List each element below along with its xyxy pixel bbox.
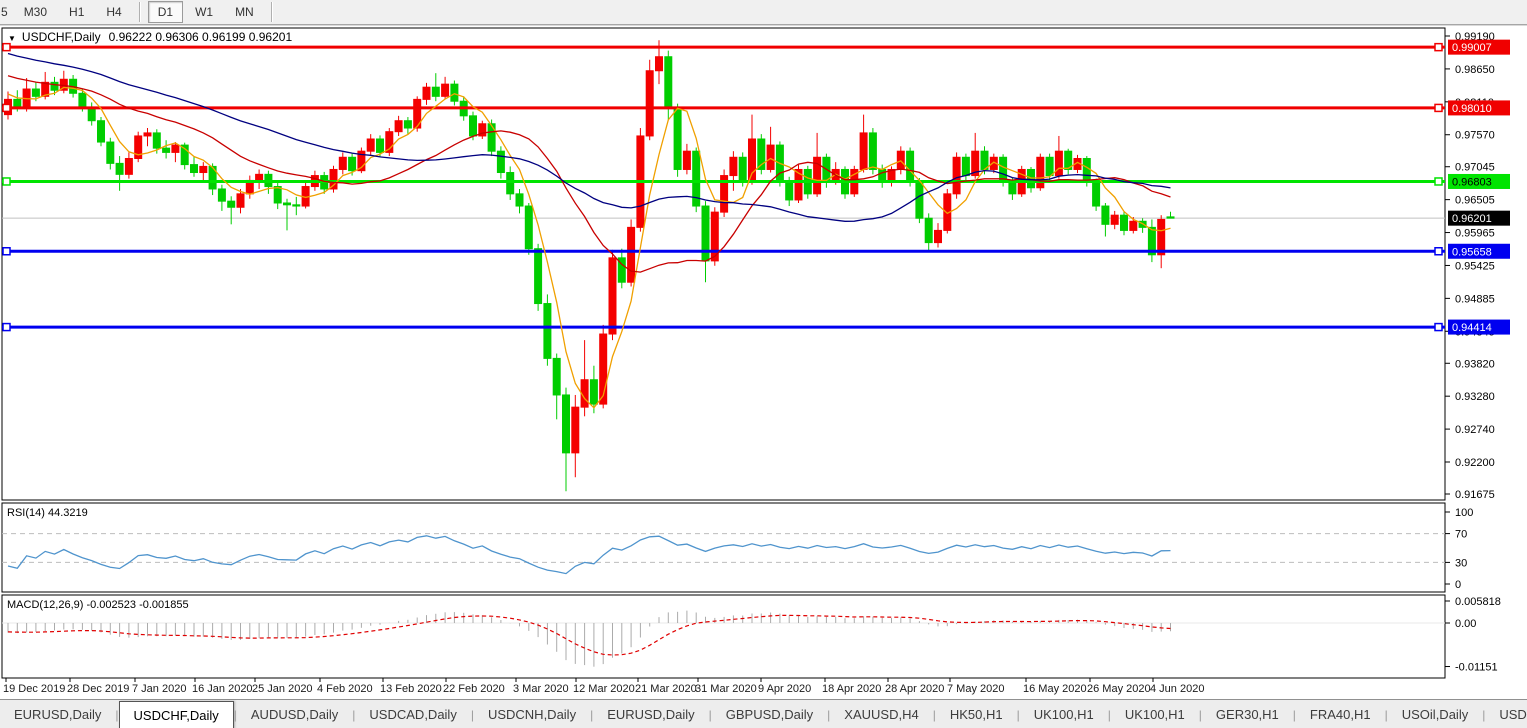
date-label: 25 Jan 2020 xyxy=(252,683,313,695)
current-price-badge: 0.96201 xyxy=(1448,210,1510,226)
pivot-price-badge: 0.96803 xyxy=(1448,173,1510,189)
rsi-panel xyxy=(1,502,1446,593)
macd-label: MACD(12,26,9) -0.002523 -0.001855 xyxy=(7,599,189,611)
date-label: 31 Mar 2020 xyxy=(695,683,757,695)
date-label: 19 Dec 2019 xyxy=(3,683,65,695)
chart-tab-eurusd-daily[interactable]: EURUSD,Daily xyxy=(593,700,708,728)
rsi-label: RSI(14) 44.3219 xyxy=(7,507,88,519)
price-axis-label: 0.92200 xyxy=(1455,457,1495,469)
chart-tab-audusd-daily[interactable]: AUDUSD,Daily xyxy=(237,700,352,728)
date-label: 26 May 2020 xyxy=(1087,683,1151,695)
date-label: 9 Apr 2020 xyxy=(758,683,811,695)
line-anchor[interactable] xyxy=(2,177,11,186)
svg-text:0.99007: 0.99007 xyxy=(1452,42,1492,54)
timeframe-button-mn[interactable]: MN xyxy=(225,1,264,23)
chart-tab-usdcad-daily[interactable]: USDCAD,Daily xyxy=(355,700,470,728)
chart-tab-uk100-h1[interactable]: UK100,H1 xyxy=(1111,700,1199,728)
macd-axis-label: 0.005818 xyxy=(1455,596,1501,608)
price-axis-label: 0.93280 xyxy=(1455,391,1495,403)
date-label: 28 Apr 2020 xyxy=(885,683,944,695)
line-anchor[interactable] xyxy=(2,42,11,52)
date-label: 12 Mar 2020 xyxy=(573,683,635,695)
line-anchor[interactable] xyxy=(1434,177,1443,186)
rsi-axis-label: 0 xyxy=(1455,579,1461,591)
date-label: 22 Feb 2020 xyxy=(443,683,505,695)
chart-tab-usdjpy-h1[interactable]: USDJPY,H1 xyxy=(1485,700,1527,728)
chart-title: ▼ USDCHF,Daily 0.96222 0.96306 0.96199 0.9… xyxy=(8,30,292,44)
svg-text:0.94414: 0.94414 xyxy=(1452,322,1492,334)
resistance-price-badge: 0.98010 xyxy=(1448,100,1510,116)
timeframe-button-w1[interactable]: W1 xyxy=(185,1,223,23)
mt4-window: 0.991900.986500.981100.975700.970450.965… xyxy=(0,0,1527,728)
support-price-badge: 0.94414 xyxy=(1448,319,1510,335)
chart-tab-usdcnh-daily[interactable]: USDCNH,Daily xyxy=(474,700,590,728)
line-anchor[interactable] xyxy=(2,247,11,256)
price-axis-label: 0.95425 xyxy=(1455,260,1495,272)
price-axis-label: 0.97045 xyxy=(1455,162,1495,174)
price-axis-label: 0.97570 xyxy=(1455,130,1495,142)
timeframe-toolbar: 5 M30 H1 H4 D1 W1 MN xyxy=(0,0,1527,25)
price-axis-label: 0.95965 xyxy=(1455,228,1495,240)
date-label: 7 May 2020 xyxy=(947,683,1004,695)
timeframe-button-m30[interactable]: M30 xyxy=(14,1,57,23)
line-anchor[interactable] xyxy=(2,322,11,332)
date-label: 4 Jun 2020 xyxy=(1150,683,1204,695)
price-axis-label: 0.98650 xyxy=(1455,64,1495,76)
line-anchor[interactable] xyxy=(2,103,11,113)
price-axis-label: 0.92740 xyxy=(1455,424,1495,436)
macd-axis-label: 0.00 xyxy=(1455,618,1476,630)
chart-tab-xauusd-h4[interactable]: XAUUSD,H4 xyxy=(830,700,932,728)
toolbar-separator xyxy=(138,2,141,22)
chart-tabs-bar: EURUSD,Daily | USDCHF,Daily | AUDUSD,Daily | U… xyxy=(0,699,1527,728)
line-anchor[interactable] xyxy=(1434,247,1443,256)
support-price-badge: 0.95658 xyxy=(1448,243,1510,259)
chart-tab-ger30-h1[interactable]: GER30,H1 xyxy=(1202,700,1293,728)
chart-tab-usoil-daily[interactable]: USOil,Daily xyxy=(1388,700,1482,728)
date-label: 3 Mar 2020 xyxy=(513,683,569,695)
date-label: 13 Feb 2020 xyxy=(380,683,442,695)
rsi-axis-label: 30 xyxy=(1455,557,1467,569)
date-axis: 19 Dec 2019 28 Dec 2019 7 Jan 2020 16 Jan 2… xyxy=(3,678,1204,695)
rsi-axis-label: 70 xyxy=(1455,529,1467,541)
line-anchor[interactable] xyxy=(1434,103,1443,113)
toolbar-separator xyxy=(270,2,273,22)
dropdown-icon: ▼ xyxy=(8,34,16,43)
chart-tab-usdchf-daily[interactable]: USDCHF,Daily xyxy=(118,701,234,728)
chart-tab-hk50-h1[interactable]: HK50,H1 xyxy=(936,700,1017,728)
macd-axis-label: -0.01151 xyxy=(1455,662,1498,674)
timeframe-button-5[interactable]: 5 xyxy=(0,1,12,23)
price-axis-label: 0.93820 xyxy=(1455,358,1495,370)
timeframe-button-h4[interactable]: H4 xyxy=(96,1,131,23)
price-axis-label: 0.91675 xyxy=(1455,489,1495,501)
timeframe-button-h1[interactable]: H1 xyxy=(59,1,94,23)
resistance-price-badge: 0.99007 xyxy=(1448,39,1510,55)
svg-text:0.96803: 0.96803 xyxy=(1452,176,1492,188)
chart-tab-gbpusd-daily[interactable]: GBPUSD,Daily xyxy=(712,700,827,728)
chart-area[interactable]: 0.991900.986500.981100.975700.970450.965… xyxy=(0,0,1527,699)
chart-tab-eurusd-daily[interactable]: EURUSD,Daily xyxy=(0,700,115,728)
date-label: 7 Jan 2020 xyxy=(132,683,186,695)
price-axis-label: 0.96505 xyxy=(1455,195,1495,207)
price-axis-label: 0.94885 xyxy=(1455,293,1495,305)
date-label: 21 Mar 2020 xyxy=(635,683,697,695)
line-anchor[interactable] xyxy=(1434,322,1443,332)
line-anchor[interactable] xyxy=(1434,42,1443,52)
date-label: 28 Dec 2019 xyxy=(67,683,129,695)
date-label: 4 Feb 2020 xyxy=(317,683,373,695)
chart-tab-uk100-h1[interactable]: UK100,H1 xyxy=(1020,700,1108,728)
rsi-axis-label: 100 xyxy=(1455,507,1473,519)
svg-text:0.98010: 0.98010 xyxy=(1452,103,1492,115)
date-label: 18 Apr 2020 xyxy=(822,683,881,695)
date-label: 16 May 2020 xyxy=(1023,683,1087,695)
timeframe-button-d1[interactable]: D1 xyxy=(147,1,184,23)
main-panel xyxy=(1,27,1446,501)
svg-text:0.95658: 0.95658 xyxy=(1452,246,1492,258)
chart-tab-fra40-h1[interactable]: FRA40,H1 xyxy=(1296,700,1385,728)
svg-text:0.96201: 0.96201 xyxy=(1452,213,1492,225)
date-label: 16 Jan 2020 xyxy=(192,683,253,695)
